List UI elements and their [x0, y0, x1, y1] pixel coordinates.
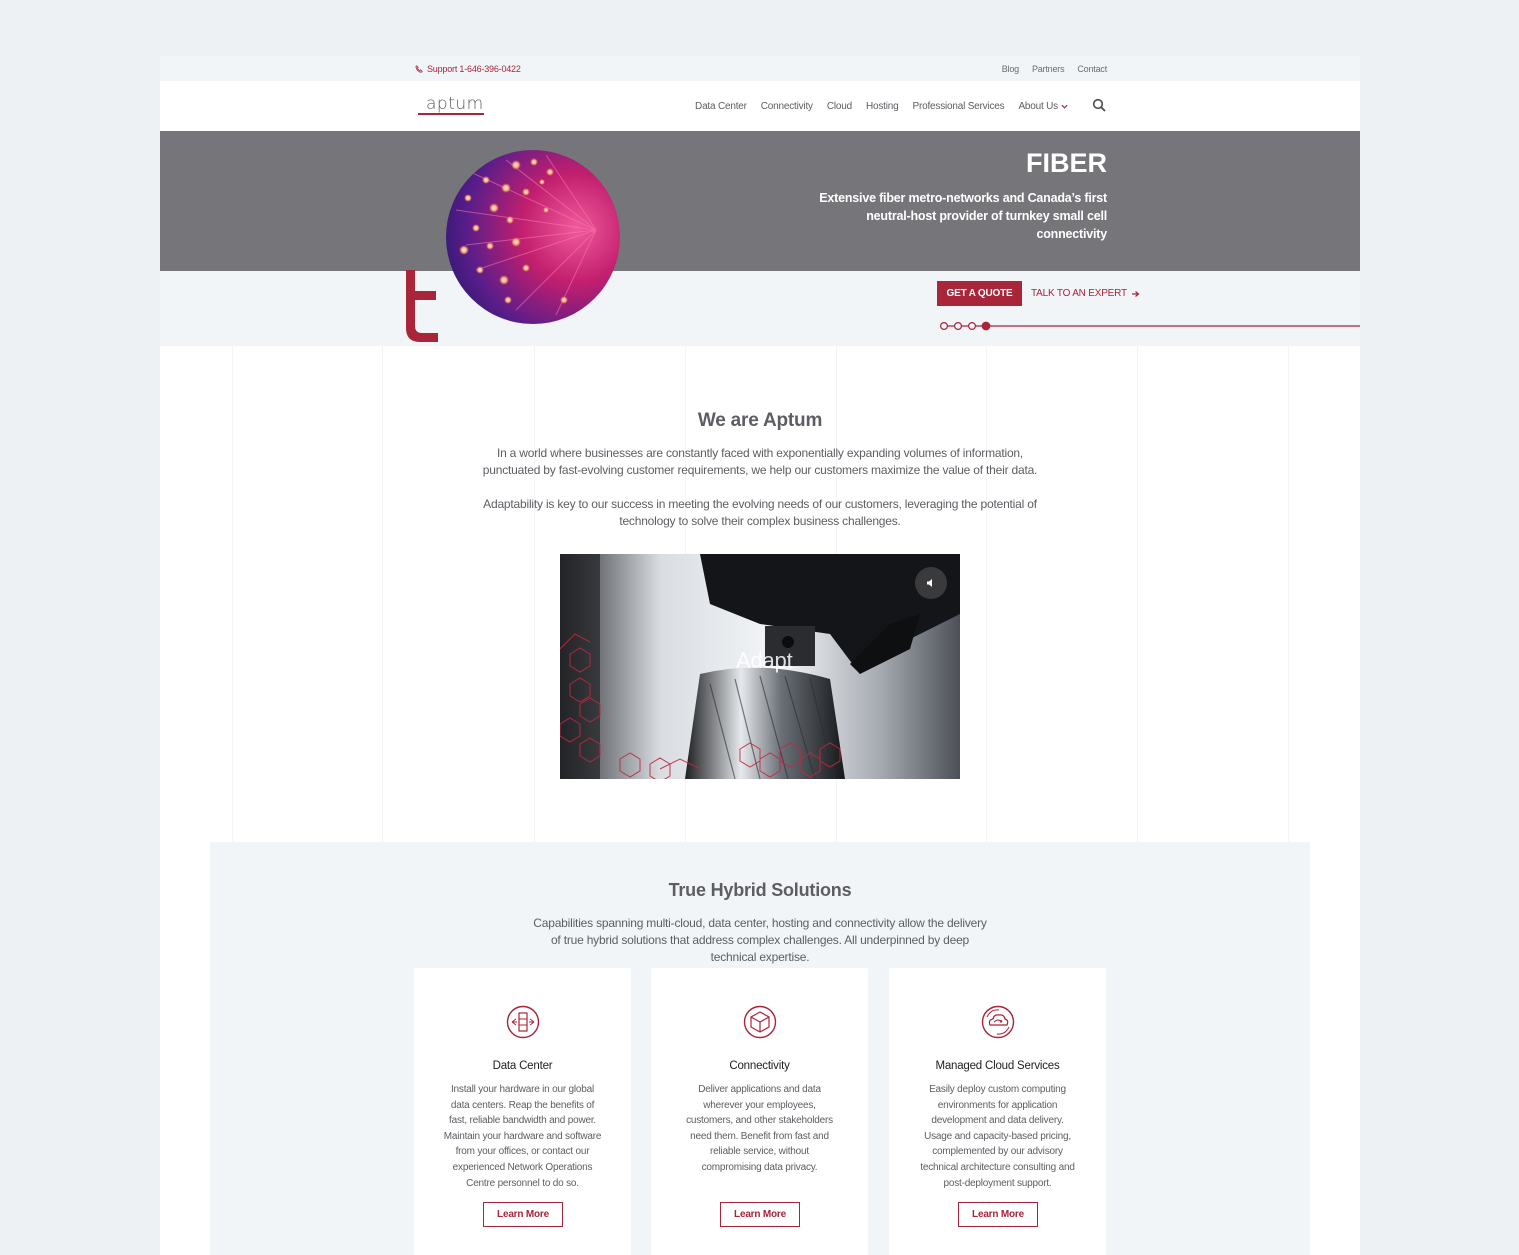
hero-subtitle: Extensive fiber metro-networks and Canad…: [819, 191, 1107, 241]
utility-bar: Support 1-646-396-0422 Blog Partners Con…: [160, 56, 1360, 81]
hybrid-section: True Hybrid Solutions Capabilities spann…: [210, 842, 1310, 1255]
main-nav: aptum Data Center Connectivity Cloud Hos…: [160, 81, 1360, 131]
video-caption: Adapt: [736, 648, 793, 673]
talk-to-expert-label: TALK TO AN EXPERT: [1031, 288, 1127, 299]
card-title: Connectivity: [729, 1060, 790, 1072]
contact-link[interactable]: Contact: [1077, 64, 1107, 74]
logo[interactable]: aptum: [418, 94, 484, 116]
brand-letter-t: [406, 270, 438, 342]
learn-more-button[interactable]: Learn More: [483, 1202, 563, 1227]
arrow-right-icon: [1131, 290, 1140, 297]
card-description: Deliver applications and data wherever y…: [686, 1084, 833, 1173]
card-title: Data Center: [492, 1060, 553, 1072]
mute-button[interactable]: [915, 567, 947, 599]
phone-icon: [415, 65, 423, 73]
fiber-optic-image: [446, 150, 620, 324]
nav-item-hosting[interactable]: Hosting: [866, 101, 899, 112]
nav-item-about-us-label: About Us: [1018, 101, 1058, 112]
learn-more-button[interactable]: Learn More: [958, 1202, 1038, 1227]
about-paragraph-2: Adaptability is key to our success in me…: [483, 497, 1037, 528]
learn-more-button[interactable]: Learn More: [720, 1202, 800, 1227]
slider-dot-2[interactable]: [954, 321, 963, 331]
page: Support 1-646-396-0422 Blog Partners Con…: [160, 56, 1360, 1255]
about-title: We are Aptum: [697, 410, 823, 431]
cube-icon: [743, 1005, 777, 1039]
nav-item-cloud[interactable]: Cloud: [827, 101, 852, 112]
card-title: Managed Cloud Services: [935, 1060, 1060, 1072]
logo-text: aptum: [426, 94, 484, 114]
nav-item-data-center[interactable]: Data Center: [695, 101, 747, 112]
search-icon[interactable]: [1092, 98, 1106, 112]
card-managed-cloud: Managed Cloud Services Easily deploy cus…: [889, 968, 1106, 1255]
hero-banner: [160, 131, 1360, 271]
slider-dot-1[interactable]: [939, 321, 949, 331]
about-paragraph-1: In a world where businesses are constant…: [482, 446, 1038, 477]
card-data-center: Data Center Install your hardware in our…: [414, 968, 631, 1255]
nav-item-about-us[interactable]: About Us: [1018, 101, 1068, 112]
partners-link[interactable]: Partners: [1032, 64, 1065, 74]
support-link[interactable]: Support 1-646-396-0422: [415, 64, 521, 74]
nav-item-professional-services[interactable]: Professional Services: [913, 101, 1005, 112]
hybrid-title: True Hybrid Solutions: [668, 880, 852, 900]
nav-item-connectivity[interactable]: Connectivity: [761, 101, 813, 112]
chevron-down-icon: [1061, 104, 1068, 109]
video-player[interactable]: Adapt: [560, 554, 960, 779]
nav-menu: Data Center Connectivity Cloud Hosting P…: [695, 101, 1068, 112]
slider-dot-3[interactable]: [968, 321, 977, 331]
cloud-sync-icon: [981, 1005, 1015, 1039]
server-rack-icon: [506, 1005, 540, 1039]
card-description: Install your hardware in our global data…: [443, 1084, 602, 1189]
speaker-icon: [927, 579, 932, 587]
card-connectivity: Connectivity Deliver applications and da…: [651, 968, 868, 1255]
blog-link[interactable]: Blog: [1002, 64, 1019, 74]
logo-underline: [418, 113, 484, 115]
utility-links: Blog Partners Contact: [1002, 64, 1107, 74]
hero-slider-indicator: [939, 321, 1360, 331]
hybrid-subtitle: Capabilities spanning multi-cloud, data …: [533, 916, 987, 964]
get-quote-button[interactable]: GET A QUOTE: [937, 281, 1022, 306]
talk-to-expert-link[interactable]: TALK TO AN EXPERT: [1031, 288, 1140, 299]
support-label: Support 1-646-396-0422: [427, 64, 521, 74]
slider-dot-4-active[interactable]: [981, 321, 991, 331]
hero-title: FIBER: [1026, 148, 1107, 178]
hero-lower-band: [160, 271, 1360, 346]
card-description: Easily deploy custom computing environme…: [920, 1084, 1075, 1189]
